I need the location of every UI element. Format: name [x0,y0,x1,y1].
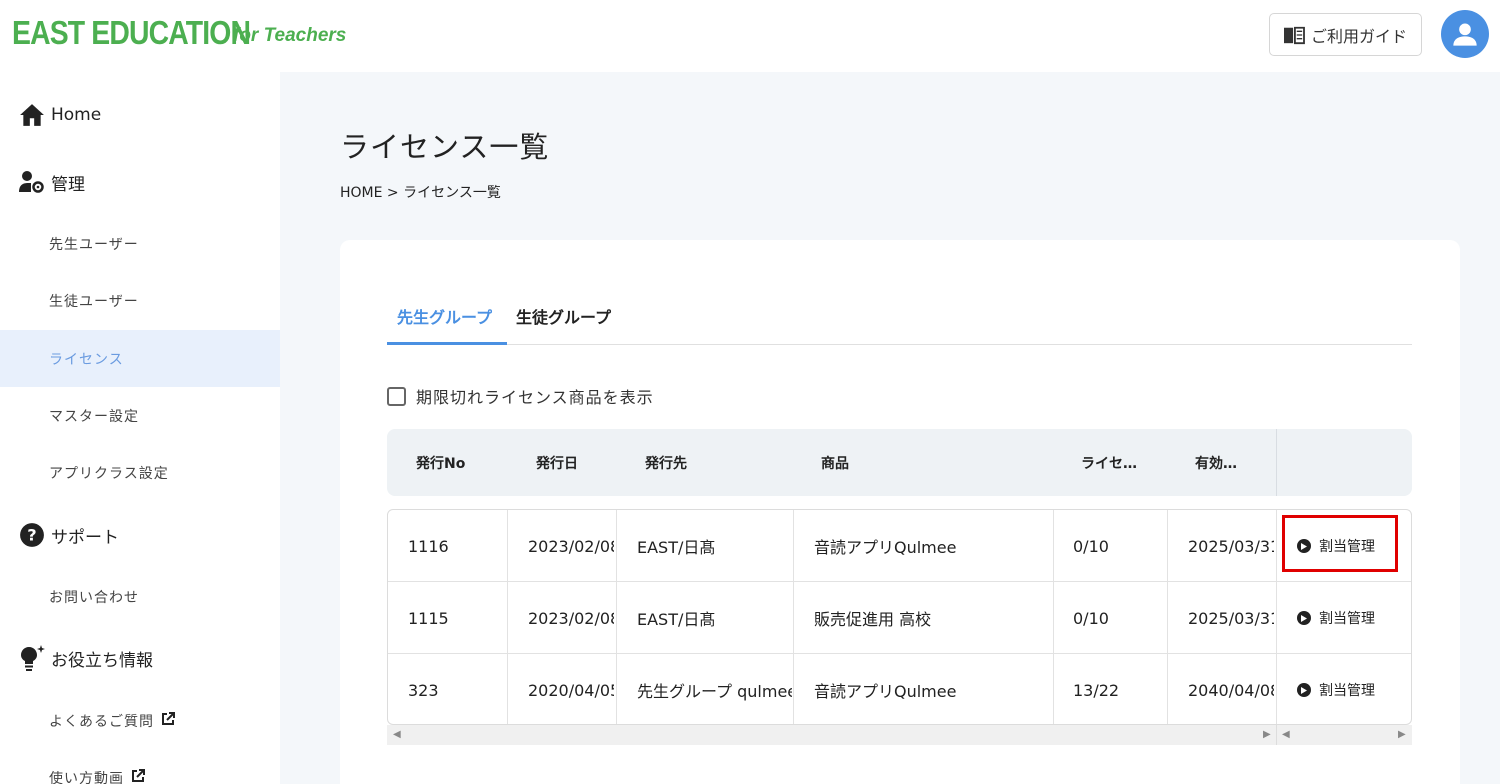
table-row[interactable]: 323 2020/04/05 先生グループ qulmee2 音読アプリQulme… [388,654,1411,724]
scroll-right-arrow-icon[interactable]: ▶ [1263,729,1271,740]
column-divider [1276,429,1277,496]
cell-product: 音読アプリQulmee [814,538,957,557]
play-circle-icon [1297,611,1311,625]
app-header: EAST EDUCATION for Teachers ご利用ガイド [0,0,1500,72]
tab-student-group[interactable]: 生徒グループ [516,304,611,328]
lightbulb-icon [18,644,46,672]
book-icon [1284,26,1305,44]
assign-management-button[interactable]: 割当管理 [1297,582,1407,654]
sidebar-item-label: Home [51,105,102,125]
logo-main-text: EAST EDUCATION [12,14,251,51]
table-row[interactable]: 1116 2023/02/08 EAST/日髙 音読アプリQulmee 0/10… [388,510,1411,582]
person-icon [1453,23,1477,46]
sidebar-section-label: サポート [51,527,119,548]
help-circle-icon: ? [18,521,46,549]
column-header-no[interactable]: 発行No [416,429,465,496]
sidebar-item-label: お問い合わせ [49,589,139,606]
play-circle-icon [1297,683,1311,697]
show-expired-label: 期限切れライセンス商品を表示 [416,388,654,407]
sidebar-item-contact[interactable]: お問い合わせ [0,568,280,625]
cell-license: 0/10 [1073,536,1109,556]
table-row[interactable]: 1115 2023/02/08 EAST/日髙 販売促進用 高校 0/10 20… [388,582,1411,654]
sidebar-item-label: よくあるご質問 [49,713,154,730]
column-header-destination[interactable]: 発行先 [645,429,687,496]
logo-sub-text: for Teachers [233,25,347,46]
sidebar-item-label: 生徒ユーザー [49,293,139,310]
assign-management-button[interactable]: 割当管理 [1297,654,1407,724]
sidebar-item-label: 先生ユーザー [49,236,139,253]
cell-destination: EAST/日髙 [637,538,716,557]
sidebar-item-master-settings[interactable]: マスター設定 [0,387,280,444]
sidebar: Home 管理 先生ユーザー 生徒ユーザー ライセンス マスター設定 アプリクラ… [0,72,280,784]
user-avatar-button[interactable] [1441,10,1489,58]
sidebar-item-label: 使い方動画 [49,770,124,784]
show-expired-checkbox[interactable]: 期限切れライセンス商品を表示 [387,384,654,408]
sidebar-section-support[interactable]: ? サポート [0,520,280,550]
external-link-icon [161,711,175,730]
cell-expiry: 2025/03/31 [1188,608,1274,628]
cell-product: 音読アプリQulmee [814,682,957,701]
horizontal-scrollbar[interactable]: ◀ ▶ ◀ ▶ [387,725,1412,745]
sidebar-section-info[interactable]: お役立ち情報 [0,643,280,673]
sidebar-section-admin[interactable]: 管理 [0,167,280,197]
license-table-body: 1116 2023/02/08 EAST/日髙 音読アプリQulmee 0/10… [387,509,1412,725]
user-settings-icon [18,168,46,196]
cell-date: 2020/04/05 [528,680,614,700]
cell-no: 1116 [408,536,449,556]
cell-date: 2023/02/08 [528,608,614,628]
scroll-left-arrow-icon[interactable]: ◀ [393,729,401,740]
cell-destination: EAST/日髙 [637,610,716,629]
cell-no: 1115 [408,608,449,628]
sidebar-item-label: マスター設定 [49,408,139,425]
assign-management-label: 割当管理 [1319,611,1375,627]
table-header: 発行No 発行日 発行先 商品 ライセ… 有効… [387,429,1412,496]
sidebar-item-home[interactable]: Home [0,100,280,130]
scroll-left-arrow-icon[interactable]: ◀ [1282,729,1290,740]
sidebar-section-label: お役立ち情報 [51,650,153,671]
sidebar-item-student-users[interactable]: 生徒ユーザー [0,272,280,329]
cell-expiry: 2025/03/31 [1188,536,1274,556]
external-link-icon [131,768,145,784]
group-tabs: 先生グループ 生徒グループ [387,294,1412,345]
active-tab-indicator [387,342,507,345]
column-header-product[interactable]: 商品 [821,429,849,496]
svg-text:?: ? [27,525,36,544]
tab-teacher-group[interactable]: 先生グループ [397,304,492,328]
column-header-expiry[interactable]: 有効… [1195,429,1237,496]
page-title: ライセンス一覧 [340,130,550,164]
highlight-box [1282,515,1398,572]
scroll-right-arrow-icon[interactable]: ▶ [1398,729,1406,740]
cell-license: 13/22 [1073,680,1120,700]
user-guide-button[interactable]: ご利用ガイド [1269,13,1422,56]
sidebar-item-teacher-users[interactable]: 先生ユーザー [0,215,280,272]
scrollbar-divider [1276,725,1277,745]
column-header-license[interactable]: ライセ… [1081,429,1137,496]
home-icon [18,101,46,129]
column-header-date[interactable]: 発行日 [536,429,578,496]
cell-product: 販売促進用 高校 [814,610,932,629]
cell-no: 323 [408,680,439,700]
app-logo[interactable]: EAST EDUCATION for Teachers [12,14,346,52]
user-guide-label: ご利用ガイド [1311,26,1408,46]
sidebar-item-app-class-settings[interactable]: アプリクラス設定 [0,444,280,501]
sidebar-item-label: アプリクラス設定 [49,465,169,482]
sidebar-item-howto-videos[interactable]: 使い方動画 [0,749,280,784]
sidebar-item-license[interactable]: ライセンス [0,330,280,387]
sidebar-item-label: ライセンス [49,351,124,368]
breadcrumb: HOME > ライセンス一覧 [340,185,501,201]
sidebar-item-faq[interactable]: よくあるご質問 [0,692,280,749]
checkbox-box[interactable] [387,386,406,406]
cell-date: 2023/02/08 [528,536,614,556]
cell-expiry: 2040/04/08 [1188,680,1274,700]
cell-destination: 先生グループ qulmee2 [637,682,792,701]
cell-license: 0/10 [1073,608,1109,628]
assign-management-label: 割当管理 [1319,683,1375,699]
sidebar-section-label: 管理 [51,174,85,195]
